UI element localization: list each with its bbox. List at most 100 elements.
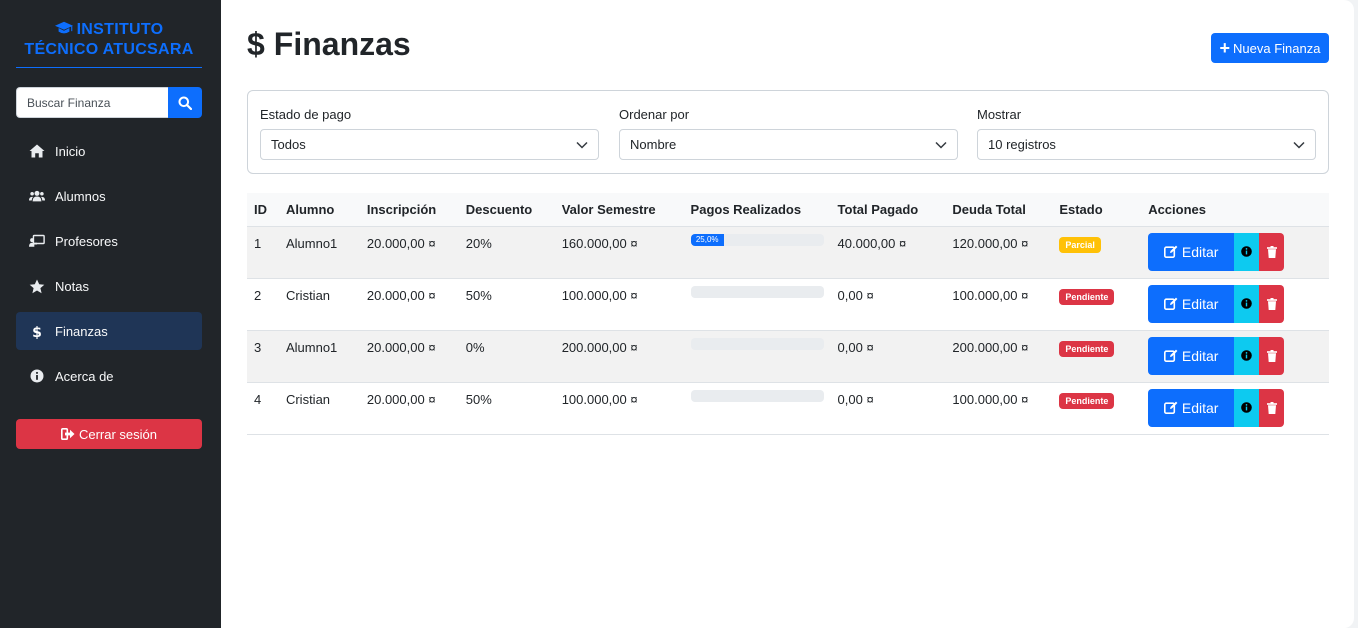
chevron-down-icon xyxy=(576,141,588,149)
edit-button[interactable]: Editar xyxy=(1148,336,1235,375)
delete-button[interactable] xyxy=(1259,284,1285,323)
edit-button[interactable]: Editar xyxy=(1148,232,1235,271)
sidebar-item-alumnos[interactable]: Alumnos xyxy=(16,177,202,215)
plus-icon: + xyxy=(1219,38,1231,58)
sign-out-icon xyxy=(60,428,75,440)
cell-acciones: Editar xyxy=(1141,330,1329,383)
payment-progress xyxy=(690,337,824,350)
cell-total-pagado: 0,00 ¤ xyxy=(830,278,946,331)
cell-estado: Pendiente xyxy=(1052,278,1142,331)
sidebar-item-inicio[interactable]: Inicio xyxy=(16,132,202,170)
row-actions: Editar xyxy=(1148,284,1322,323)
mostrar-select[interactable]: 10 registros xyxy=(977,129,1316,160)
search-icon xyxy=(178,96,192,110)
brand-logo[interactable]: INSTITUTO TÉCNICO ATUCSARA xyxy=(16,20,202,59)
info-icon xyxy=(1241,350,1252,361)
filter-mostrar: Mostrar 10 registros xyxy=(977,107,1316,160)
cell-estado: Pendiente xyxy=(1052,382,1142,435)
logout-button[interactable]: Cerrar sesión xyxy=(16,419,202,449)
filter-estado: Estado de pago Todos xyxy=(260,107,599,160)
logout-label: Cerrar sesión xyxy=(78,426,158,442)
delete-button[interactable] xyxy=(1259,388,1285,427)
cell-id: 1 xyxy=(247,226,279,279)
cell-deuda-total: 100.000,00 ¤ xyxy=(945,278,1053,331)
sidebar-item-label: Finanzas xyxy=(55,323,108,339)
new-finance-button[interactable]: + Nueva Finanza xyxy=(1211,33,1329,63)
info-button[interactable] xyxy=(1234,388,1260,427)
column-header: Descuento xyxy=(458,193,555,227)
estado-select[interactable]: Todos xyxy=(260,129,599,160)
cell-estado: Parcial xyxy=(1052,226,1142,279)
cell-pagos xyxy=(683,278,831,331)
edit-icon xyxy=(1163,297,1178,310)
orden-select[interactable]: Nombre xyxy=(619,129,958,160)
sidebar-nav: Inicio Alumnos Profesores Notas $ Finanz… xyxy=(16,132,202,402)
mostrar-select-value: 10 registros xyxy=(988,137,1056,152)
cell-acciones: Editar xyxy=(1141,226,1329,279)
chalkboard-teacher-icon xyxy=(29,233,45,249)
status-badge: Pendiente xyxy=(1059,392,1115,409)
edit-button[interactable]: Editar xyxy=(1148,388,1235,427)
column-header: Inscripción xyxy=(359,193,459,227)
delete-button[interactable] xyxy=(1259,232,1285,271)
filter-orden: Ordenar por Nombre xyxy=(619,107,958,160)
cell-total-pagado: 0,00 ¤ xyxy=(830,382,946,435)
cell-total-pagado: 40.000,00 ¤ xyxy=(830,226,946,279)
sidebar-item-notas[interactable]: Notas xyxy=(16,267,202,305)
dollar-icon: $ xyxy=(247,26,265,62)
cell-descuento: 20% xyxy=(458,226,555,279)
cell-id: 4 xyxy=(247,382,279,435)
filter-estado-label: Estado de pago xyxy=(260,107,352,122)
chevron-down-icon xyxy=(1293,141,1305,149)
cell-valor-semestre: 100.000,00 ¤ xyxy=(554,382,684,435)
info-button[interactable] xyxy=(1234,336,1260,375)
column-header: Acciones xyxy=(1141,193,1329,227)
row-actions: Editar xyxy=(1148,232,1322,271)
cell-inscripcion: 20.000,00 ¤ xyxy=(359,382,459,435)
delete-button[interactable] xyxy=(1259,336,1285,375)
sidebar: INSTITUTO TÉCNICO ATUCSARA Inicio Alumno… xyxy=(0,0,221,628)
table-header-row: ID Alumno Inscripción Descuento Valor Se… xyxy=(247,193,1329,227)
column-header: Pagos Realizados xyxy=(683,193,831,227)
page-title: $ Finanzas xyxy=(247,26,411,63)
sidebar-item-label: Acerca de xyxy=(55,368,114,384)
cell-alumno: Alumno1 xyxy=(278,226,360,279)
status-badge: Pendiente xyxy=(1059,340,1115,357)
home-icon xyxy=(29,143,45,159)
table-row: 1 Alumno1 20.000,00 ¤ 20% 160.000,00 ¤ 25,0% 4… xyxy=(247,226,1329,279)
search-input[interactable] xyxy=(16,87,168,118)
column-header: Total Pagado xyxy=(830,193,946,227)
info-button[interactable] xyxy=(1234,232,1260,271)
sidebar-item-profesores[interactable]: Profesores xyxy=(16,222,202,260)
row-actions: Editar xyxy=(1148,388,1322,427)
cell-estado: Pendiente xyxy=(1052,330,1142,383)
sidebar-item-finanzas[interactable]: $ Finanzas xyxy=(16,312,202,350)
column-header: Valor Semestre xyxy=(554,193,684,227)
cell-id: 2 xyxy=(247,278,279,331)
cell-pagos: 25,0% xyxy=(683,226,831,279)
edit-icon xyxy=(1163,245,1178,258)
brand-divider xyxy=(16,67,202,68)
edit-icon xyxy=(1163,401,1178,414)
cell-descuento: 50% xyxy=(458,278,555,331)
cell-alumno: Cristian xyxy=(278,278,360,331)
status-badge: Parcial xyxy=(1059,236,1101,253)
brand-line2: TÉCNICO ATUCSARA xyxy=(24,41,194,58)
cell-alumno: Cristian xyxy=(278,382,360,435)
sidebar-item-acerca-de[interactable]: Acerca de xyxy=(16,357,202,395)
filters-panel: Estado de pago Todos Ordenar por Nombre … xyxy=(247,90,1329,174)
trash-icon xyxy=(1266,349,1277,362)
cell-total-pagado: 0,00 ¤ xyxy=(830,330,946,383)
sidebar-item-label: Profesores xyxy=(55,233,118,249)
edit-label: Editar xyxy=(1181,399,1219,416)
payment-progress xyxy=(690,285,824,298)
cell-valor-semestre: 100.000,00 ¤ xyxy=(554,278,684,331)
cell-alumno: Alumno1 xyxy=(278,330,360,383)
search-button[interactable] xyxy=(168,87,202,118)
scrollbar[interactable] xyxy=(1354,0,1358,628)
info-button[interactable] xyxy=(1234,284,1260,323)
edit-button[interactable]: Editar xyxy=(1148,284,1235,323)
cell-acciones: Editar xyxy=(1141,382,1329,435)
table-row: 2 Cristian 20.000,00 ¤ 50% 100.000,00 ¤ 0,00 … xyxy=(247,278,1329,331)
payment-progress-bar: 25,0% xyxy=(690,233,724,246)
